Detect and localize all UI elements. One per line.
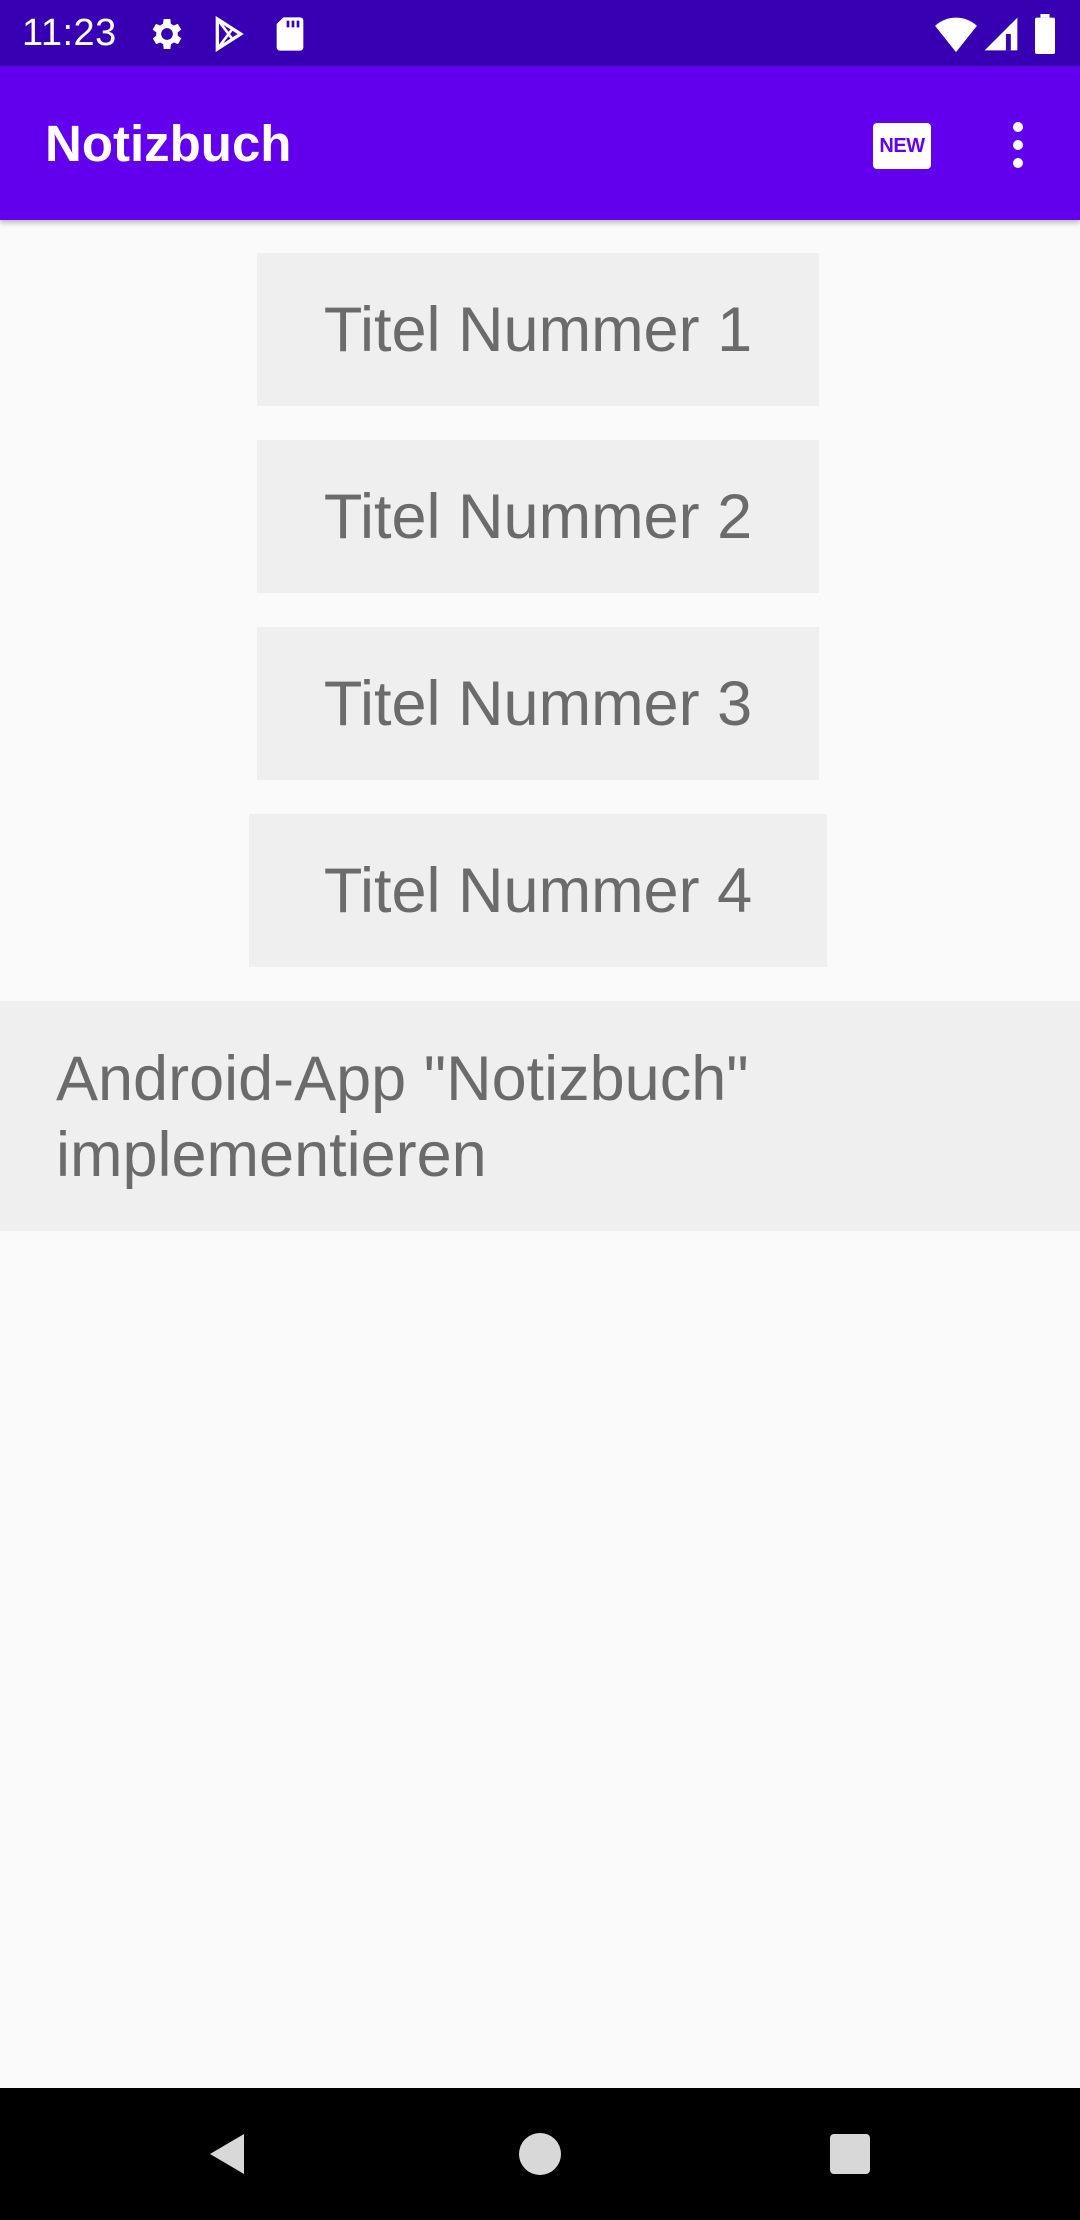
new-note-button[interactable]: NEW: [862, 116, 942, 176]
status-time: 11:23: [22, 12, 117, 54]
more-vert-icon: [1013, 122, 1023, 132]
note-title-button-2[interactable]: Titel Nummer 2: [257, 440, 819, 593]
note-title-button-4[interactable]: Titel Nummer 4: [249, 814, 827, 967]
recents-icon: [830, 2134, 870, 2174]
back-icon: [210, 2134, 244, 2174]
gear-icon: [147, 14, 187, 54]
home-icon: [519, 2133, 561, 2175]
note-entry[interactable]: Android-App "Notizbuch" implementieren: [0, 1001, 1080, 1231]
cell-signal-icon: [983, 14, 1023, 54]
note-title-button-1[interactable]: Titel Nummer 1: [257, 253, 819, 406]
navigation-bar: [0, 2088, 1080, 2220]
overflow-menu-button[interactable]: [994, 112, 1042, 178]
home-button[interactable]: [500, 2114, 580, 2194]
play-store-icon: [209, 14, 249, 54]
app-bar: Notizbuch NEW: [0, 66, 1080, 220]
wifi-icon: [934, 14, 977, 54]
battery-icon: [1034, 14, 1060, 54]
app-title: Notizbuch: [45, 115, 292, 172]
note-entry-text: Android-App "Notizbuch" implementieren: [56, 1044, 749, 1190]
back-button[interactable]: [186, 2114, 266, 2194]
status-bar: 11:23: [0, 0, 1080, 66]
note-title-button-3[interactable]: Titel Nummer 3: [257, 627, 819, 780]
recents-button[interactable]: [810, 2114, 890, 2194]
new-icon: NEW: [873, 123, 931, 169]
sd-card-icon: [270, 14, 310, 54]
